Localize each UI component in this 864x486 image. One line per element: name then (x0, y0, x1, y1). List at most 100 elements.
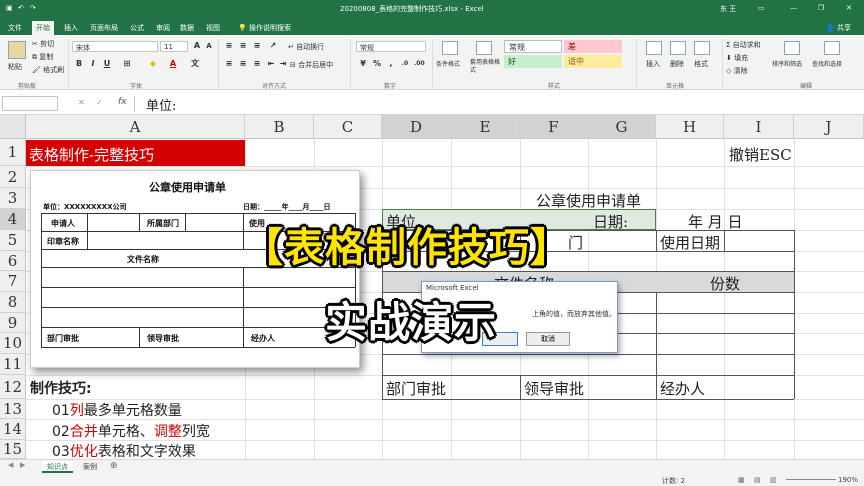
row-header[interactable]: 15 (0, 440, 26, 459)
undo-icon[interactable]: ↶ (18, 4, 24, 12)
user-name[interactable]: 东 王 (720, 4, 736, 14)
row-header[interactable]: 13 (0, 399, 26, 419)
save-icon[interactable]: ▣ (6, 4, 13, 12)
normal-view-icon[interactable]: ▦ (738, 476, 745, 484)
row-header[interactable]: 10 (0, 333, 26, 354)
percent-icon[interactable]: % (372, 59, 382, 69)
comma-icon[interactable]: , (386, 59, 396, 69)
enter-icon[interactable]: ✓ (96, 98, 103, 107)
row-header[interactable]: 9 (0, 313, 26, 333)
merge-center-button[interactable]: ⊟ 合并后居中 (290, 60, 333, 70)
table-format-button[interactable]: 套用表格格式 (470, 59, 500, 75)
increase-decimal-icon[interactable]: .0 (400, 59, 410, 69)
tip-1[interactable]: 01列最多单元格数量 (52, 400, 182, 420)
sheet-scroll-left-icon[interactable]: ◀ (8, 461, 13, 469)
add-sheet-icon[interactable]: ⊕ (110, 461, 118, 471)
column-header[interactable]: E (451, 115, 520, 139)
row-header[interactable]: 6 (0, 251, 26, 271)
italic-button[interactable]: I (88, 59, 98, 69)
font-name-select[interactable]: 宋体 (72, 41, 158, 52)
name-box[interactable] (2, 96, 58, 111)
cell-h12-handler[interactable]: 经办人 (660, 378, 705, 399)
font-color-icon[interactable]: A (168, 59, 178, 69)
tip-2[interactable]: 02合并单元格、调整列宽 (52, 421, 210, 441)
tip-3[interactable]: 03优化表格和文字效果 (52, 441, 196, 459)
fill-button[interactable]: ⬇ 填充 (726, 53, 748, 63)
shrink-font-icon[interactable]: A (204, 41, 214, 51)
tab-review[interactable]: 审阅 (152, 21, 174, 35)
align-bottom-icon[interactable]: ≡ (252, 41, 262, 51)
find-select-icon[interactable] (824, 41, 840, 55)
row-header[interactable]: 7 (0, 271, 26, 292)
tab-page-layout[interactable]: 页面布局 (86, 21, 122, 35)
tab-home[interactable]: 开始 (32, 21, 54, 35)
style-good[interactable]: 好 (504, 55, 562, 68)
cell-seal-title[interactable]: 公章使用申请单 (536, 190, 641, 211)
column-header[interactable]: A (26, 115, 245, 139)
page-layout-view-icon[interactable]: ▤ (754, 476, 761, 484)
tab-file[interactable]: 文件 (4, 21, 26, 35)
align-center-icon[interactable]: ≡ (238, 59, 248, 69)
column-header[interactable]: C (314, 115, 382, 139)
zoom-level[interactable]: 190% (838, 476, 858, 484)
currency-icon[interactable]: ¥ (358, 59, 368, 69)
cell-h4-date-fields[interactable]: 年 月 日 (688, 211, 743, 232)
row-header[interactable]: 12 (0, 375, 26, 399)
column-header[interactable]: G (588, 115, 656, 139)
format-cells-button[interactable]: 格式 (694, 59, 708, 69)
style-normal[interactable]: 常规 (504, 40, 562, 53)
increase-indent-icon[interactable]: ⇥ (278, 59, 288, 69)
maximize-icon[interactable]: ❐ (818, 4, 824, 12)
row-header[interactable]: 4 (0, 209, 26, 230)
format-cells-icon[interactable] (694, 41, 710, 55)
conditional-format-button[interactable]: 条件格式 (436, 59, 460, 68)
share-button[interactable]: 👤 共享 (822, 21, 855, 35)
column-header[interactable]: J (794, 115, 864, 139)
redo-icon[interactable]: ↷ (30, 4, 36, 12)
fill-color-icon[interactable]: ◆ (148, 59, 158, 69)
zoom-slider[interactable] (786, 479, 836, 480)
column-header[interactable]: I (724, 115, 794, 139)
ribbon-display-icon[interactable]: ▭ (758, 4, 765, 12)
orientation-icon[interactable]: ↗ (268, 41, 278, 51)
column-header[interactable]: D (382, 115, 451, 139)
format-painter-button[interactable]: 🖌 格式刷 (32, 65, 64, 75)
number-format-select[interactable]: 常规 (356, 41, 426, 52)
align-left-icon[interactable]: ≡ (224, 59, 234, 69)
insert-cells-button[interactable]: 插入 (646, 59, 660, 69)
cell-g4-date[interactable]: 日期: (593, 211, 628, 232)
tab-data[interactable]: 数据 (176, 21, 198, 35)
sheet-scroll-right-icon[interactable]: ▶ (20, 461, 25, 469)
row-header[interactable]: 3 (0, 188, 26, 209)
tab-formulas[interactable]: 公式 (126, 21, 148, 35)
tell-me-search[interactable]: 💡 操作说明搜索 (234, 21, 295, 35)
delete-cells-button[interactable]: 删除 (670, 59, 684, 69)
font-size-select[interactable]: 11 (160, 41, 188, 52)
style-bad[interactable]: 差 (564, 40, 622, 53)
cell-a1-title[interactable]: 表格制作-完整技巧 (26, 140, 245, 166)
align-top-icon[interactable]: ≡ (224, 41, 234, 51)
cell-h7-copies[interactable]: 份数 (710, 273, 740, 294)
phonetic-icon[interactable]: 文 (190, 59, 200, 69)
sheet-tab-case[interactable]: 案例 (78, 461, 102, 473)
borders-icon[interactable]: ⊞ (122, 59, 132, 69)
select-all-corner[interactable] (0, 115, 26, 139)
row-header[interactable]: 8 (0, 292, 26, 313)
paste-icon[interactable] (8, 41, 26, 59)
underline-button[interactable]: U (102, 59, 112, 69)
row-header[interactable]: 14 (0, 419, 26, 440)
grow-font-icon[interactable]: A (192, 41, 202, 51)
decrease-decimal-icon[interactable]: .00 (414, 59, 425, 69)
insert-cells-icon[interactable] (646, 41, 662, 55)
wrap-text-button[interactable]: ↵ 自动换行 (288, 42, 324, 52)
fx-icon[interactable]: fx (118, 97, 127, 107)
row-header[interactable]: 1 (0, 139, 26, 166)
cell-f12-leader-approve[interactable]: 领导审批 (524, 378, 584, 399)
cancel-icon[interactable]: ✕ (78, 98, 85, 107)
align-right-icon[interactable]: ≡ (252, 59, 262, 69)
close-icon[interactable]: ✕ (846, 4, 852, 12)
find-select-button[interactable]: 查找和选择 (812, 59, 842, 68)
paste-button[interactable]: 粘贴 (8, 62, 22, 72)
conditional-format-icon[interactable] (442, 41, 458, 55)
sort-filter-button[interactable]: 排序和筛选 (772, 59, 802, 68)
